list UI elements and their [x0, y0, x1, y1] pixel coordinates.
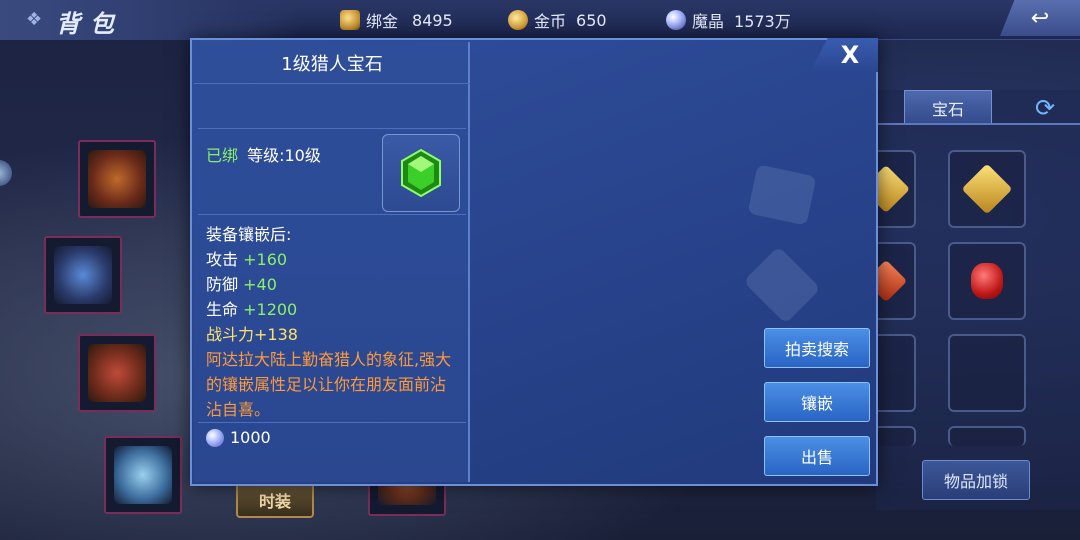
stat-row: 防御 +40 [206, 272, 456, 297]
stat-value: +40 [243, 275, 277, 294]
price-value: 1000 [230, 428, 271, 447]
item-name: 1级猎人宝石 [194, 42, 470, 84]
item-detail-dialog: 1级猎人宝石 已绑 等级:10级 装备镶嵌后: 攻击 +160 防御 +40 生… [190, 38, 878, 486]
inventory-slot[interactable] [948, 426, 1026, 446]
close-button[interactable]: X [810, 38, 878, 72]
item-stats: 装备镶嵌后: 攻击 +160 防御 +40 生命 +1200 战斗力+138 阿… [206, 222, 456, 422]
bag-emblem-icon: ❖ [26, 9, 43, 30]
faint-gem-icon [743, 246, 821, 324]
item-icon-box [382, 134, 460, 212]
currency-bound-gold: 绑金 8495 [340, 8, 453, 32]
item-status-line: 已绑 等级:10级 [206, 142, 321, 166]
equip-slot-armor[interactable] [44, 236, 122, 314]
item-info-card: 1级猎人宝石 已绑 等级:10级 装备镶嵌后: 攻击 +160 防御 +40 生… [194, 42, 470, 482]
sell-button[interactable]: 出售 [764, 436, 870, 476]
title-plate: ❖ 背包 [0, 0, 300, 40]
bound-gold-icon [340, 10, 360, 30]
inventory-slot[interactable] [948, 150, 1026, 228]
faint-gem-icon [747, 164, 817, 226]
stat-label: 防御 [206, 275, 239, 294]
equip-slot-accessory[interactable] [104, 436, 182, 514]
currency-value: 1573万 [734, 12, 791, 31]
inventory-slot[interactable] [948, 242, 1026, 320]
page-title: 背包 [56, 10, 124, 38]
currency-gold-coin: 金币 650 [508, 8, 607, 32]
gold-gem-icon [961, 163, 1013, 215]
stat-row: 生命 +1200 [206, 297, 456, 322]
close-icon: X [840, 41, 860, 69]
auction-search-button[interactable]: 拍卖搜索 [764, 328, 870, 368]
stat-row: 攻击 +160 [206, 247, 456, 272]
currency-label: 绑金 [366, 12, 399, 31]
stat-value: +1200 [243, 300, 298, 319]
refresh-icon[interactable]: ⟳ [1028, 94, 1062, 122]
tab-divider [876, 123, 1080, 125]
item-lock-button[interactable]: 物品加锁 [922, 460, 1030, 500]
magic-crystal-icon [666, 10, 686, 30]
inlay-heading: 装备镶嵌后: [206, 225, 292, 244]
bound-status: 已绑 [206, 146, 239, 165]
tab-gem[interactable]: 宝石 [904, 90, 992, 124]
item-description: 阿达拉大陆上勤奋猎人的象征,强大的镶嵌属性足以让你在朋友面前沾沾自喜。 [206, 350, 452, 419]
red-gem-icon [971, 263, 1003, 299]
divider [198, 422, 466, 423]
currency-magic-crystal: 魔晶 1573万 [666, 8, 791, 32]
inventory-slot[interactable] [948, 334, 1026, 412]
currency-value: 650 [576, 10, 607, 30]
top-bar: ❖ 背包 绑金 8495 金币 650 魔晶 1573万 ↩ [0, 0, 1080, 40]
equip-slot-helmet[interactable] [78, 140, 156, 218]
gloves-icon [88, 344, 146, 402]
item-price: 1000 [206, 428, 271, 447]
item-level: 等级:10级 [247, 146, 321, 165]
helmet-icon [88, 150, 146, 208]
gold-coin-icon [508, 10, 528, 30]
currency-label: 金币 [534, 12, 567, 31]
stat-label: 生命 [206, 300, 239, 319]
divider [198, 128, 466, 129]
inlay-button[interactable]: 镶嵌 [764, 382, 870, 422]
stat-value: +160 [243, 250, 288, 269]
currency-value: 8495 [412, 10, 453, 30]
divider [198, 214, 466, 215]
equip-slot-gloves[interactable] [78, 334, 156, 412]
back-arrow-icon: ↩ [1030, 5, 1050, 31]
magic-crystal-icon [206, 428, 224, 447]
side-toggle-icon[interactable] [0, 160, 12, 186]
currency-label: 魔晶 [692, 12, 725, 31]
stat-label: 攻击 [206, 250, 239, 269]
green-gem-icon [401, 148, 441, 198]
wings-icon [114, 446, 172, 504]
combat-power: 战斗力+138 [206, 325, 298, 344]
armor-icon [54, 246, 112, 304]
costume-label[interactable]: 时装 [236, 482, 314, 518]
back-button[interactable]: ↩ [1000, 0, 1080, 36]
